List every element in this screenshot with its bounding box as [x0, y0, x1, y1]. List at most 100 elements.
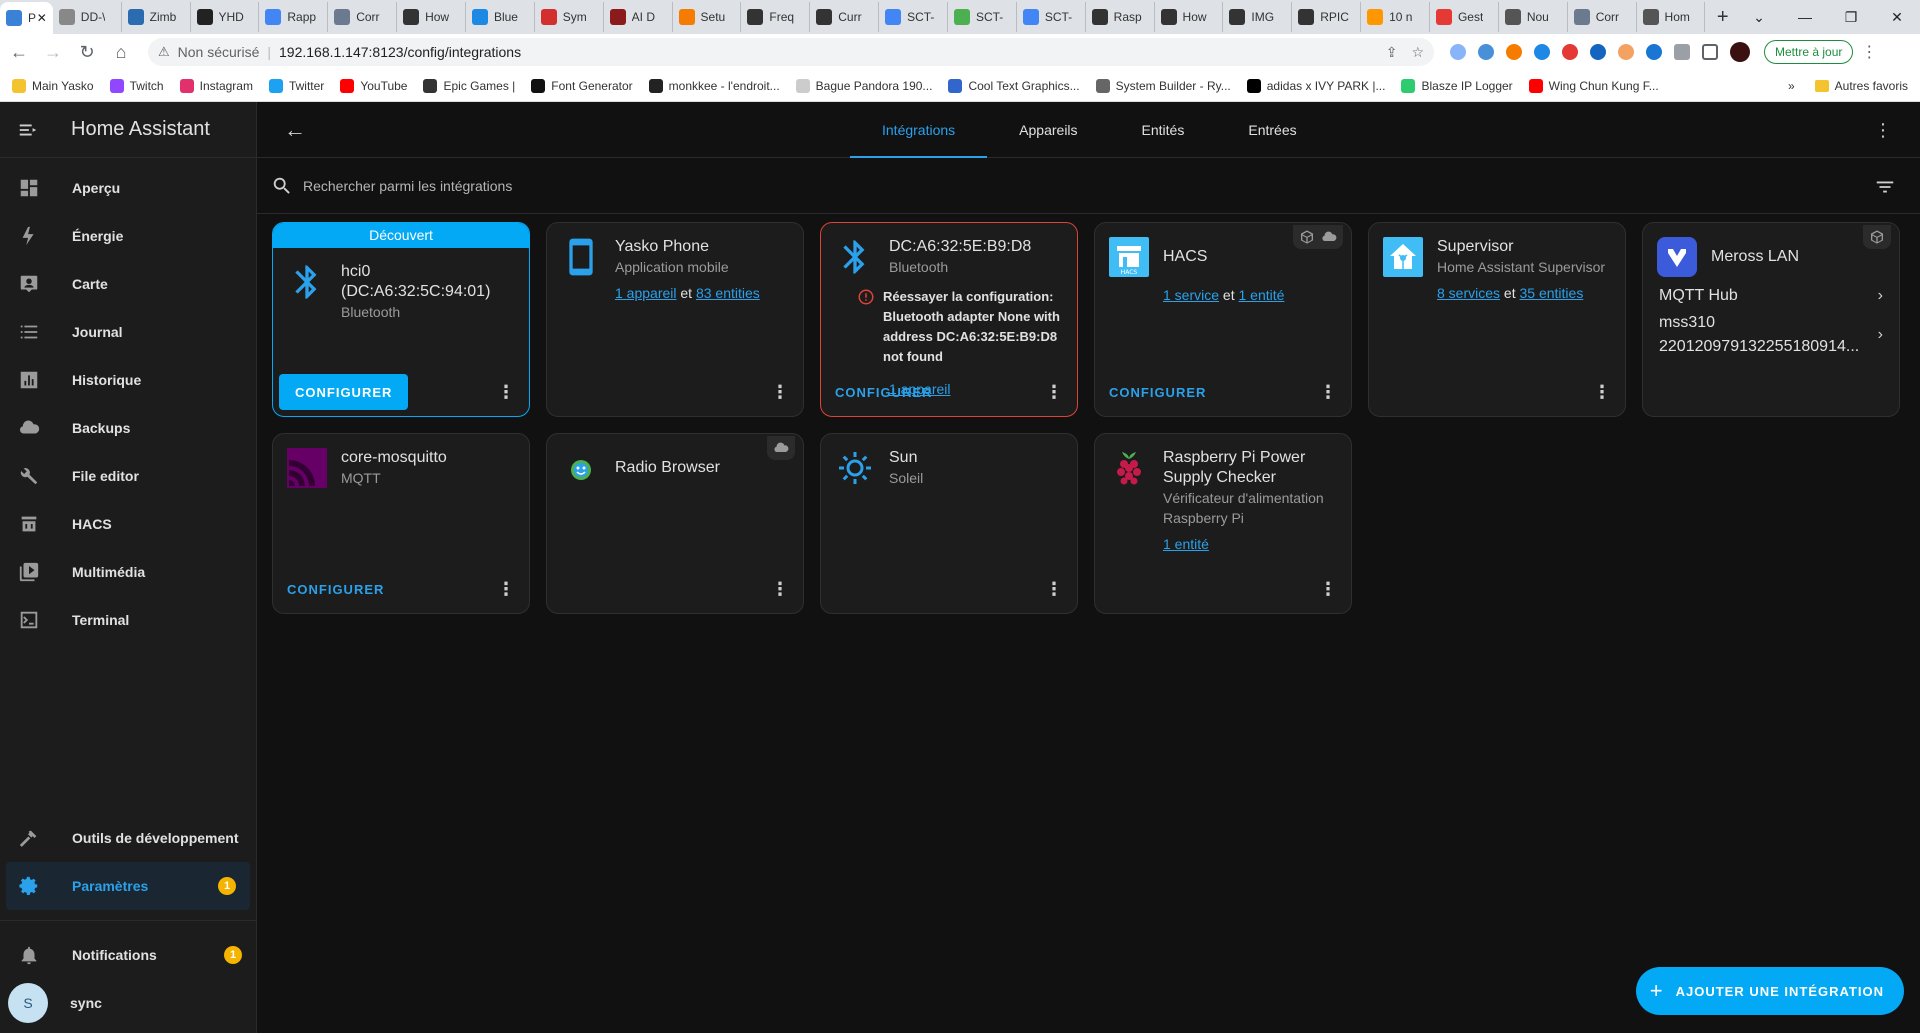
- integration-card-mobile-app[interactable]: Yasko Phone Application mobile 1 apparei…: [546, 222, 804, 417]
- sidebar-item-terminal[interactable]: Terminal: [0, 596, 256, 644]
- card-menu-icon[interactable]: ⋮: [1593, 382, 1611, 403]
- star-icon[interactable]: ☆: [1411, 44, 1424, 61]
- browser-tab[interactable]: Hom: [1637, 2, 1706, 32]
- reload-icon[interactable]: ↻: [72, 37, 102, 67]
- browser-tab[interactable]: P ✕: [0, 2, 53, 34]
- extension-icon[interactable]: [1646, 44, 1662, 60]
- sidebar-item-carte[interactable]: Carte: [0, 260, 256, 308]
- integration-card-meross-lan[interactable]: Meross LAN MQTT Hub › mss310 22012097913…: [1642, 222, 1900, 417]
- browser-tab[interactable]: Corr: [328, 2, 398, 32]
- browser-tab[interactable]: Sym: [535, 2, 604, 32]
- bookmark-item[interactable]: adidas x IVY PARK |...: [1246, 78, 1385, 93]
- sidebar-item-backups[interactable]: Backups: [0, 404, 256, 452]
- add-integration-button[interactable]: + AJOUTER UNE INTÉGRATION: [1635, 967, 1904, 1015]
- extension-icon[interactable]: [1506, 44, 1522, 60]
- other-bookmarks[interactable]: Autres favoris: [1835, 79, 1908, 93]
- bookmark-item[interactable]: monkkee - l'endroit...: [648, 78, 780, 93]
- tab-helpers[interactable]: Entrées: [1216, 102, 1328, 158]
- integration-card-radio-browser[interactable]: Radio Browser ⋮: [546, 433, 804, 614]
- entities-link[interactable]: 1 entité: [1163, 536, 1209, 552]
- entities-link[interactable]: 83 entities: [696, 285, 760, 301]
- integration-card-hci0[interactable]: Découvert hci0 (DC:A6:32:5C:94:01) Bluet…: [272, 222, 530, 417]
- extension-icon[interactable]: [1478, 44, 1494, 60]
- back-icon[interactable]: ←: [4, 37, 34, 67]
- extension-icon[interactable]: [1618, 44, 1634, 60]
- close-window-icon[interactable]: ✕: [1874, 9, 1920, 26]
- browser-tab[interactable]: Rasp: [1086, 2, 1155, 32]
- browser-tab[interactable]: Zimb: [122, 2, 191, 32]
- browser-tab[interactable]: RPIC: [1292, 2, 1362, 32]
- tab-integrations[interactable]: Intégrations: [850, 102, 988, 158]
- browser-tab[interactable]: SCT-: [879, 2, 948, 32]
- bookmark-item[interactable]: Wing Chun Kung F...: [1528, 78, 1659, 93]
- extension-icon[interactable]: [1450, 44, 1466, 60]
- profile-avatar[interactable]: [1730, 42, 1750, 62]
- card-menu-icon[interactable]: ⋮: [497, 579, 515, 600]
- card-menu-icon[interactable]: ⋮: [771, 382, 789, 403]
- sidebar-item-historique[interactable]: Historique: [0, 356, 256, 404]
- bookmark-item[interactable]: Twitch: [109, 78, 164, 93]
- bookmarks-more-icon[interactable]: »: [1788, 79, 1795, 93]
- address-bar[interactable]: ⚠ Non sécurisé | 192.168.1.147:8123/conf…: [148, 38, 1434, 66]
- device-item-mqtt-hub[interactable]: MQTT Hub ›: [1659, 287, 1883, 305]
- bookmark-item[interactable]: Cool Text Graphics...: [948, 78, 1080, 93]
- entities-link[interactable]: 1 entité: [1239, 287, 1285, 303]
- browser-tab[interactable]: SCT-: [1017, 2, 1086, 32]
- integration-card-supervisor[interactable]: Supervisor Home Assistant Supervisor 8 s…: [1368, 222, 1626, 417]
- tab-close-icon[interactable]: ✕: [37, 11, 47, 25]
- browser-tab[interactable]: How: [397, 2, 466, 32]
- card-menu-icon[interactable]: ⋮: [497, 382, 515, 403]
- bookmark-item[interactable]: Twitter: [268, 78, 324, 93]
- sidebar-item-notifications[interactable]: Notifications 1: [0, 931, 256, 979]
- integration-card-mqtt[interactable]: core-mosquitto MQTT CONFIGURER ⋮: [272, 433, 530, 614]
- browser-tab[interactable]: AI D: [604, 2, 673, 32]
- extension-icon[interactable]: [1534, 44, 1550, 60]
- sidebar-item-apercu[interactable]: Aperçu: [0, 164, 256, 212]
- browser-tab[interactable]: Rapp: [259, 2, 329, 32]
- bookmark-item[interactable]: Main Yasko: [12, 78, 94, 93]
- bookmark-item[interactable]: Font Generator: [531, 78, 633, 93]
- browser-tab[interactable]: SCT-: [948, 2, 1017, 32]
- browser-tab[interactable]: Curr: [810, 2, 880, 32]
- configure-button[interactable]: CONFIGURER: [287, 582, 384, 597]
- card-menu-icon[interactable]: ⋮: [771, 579, 789, 600]
- bookmark-item[interactable]: Epic Games |: [423, 78, 515, 93]
- bookmark-item[interactable]: Instagram: [179, 78, 253, 93]
- sidebar-item-settings[interactable]: Paramètres 1: [6, 862, 250, 910]
- card-menu-icon[interactable]: ⋮: [1319, 579, 1337, 600]
- browser-tab[interactable]: Setu: [673, 2, 742, 32]
- restore-icon[interactable]: ❐: [1828, 9, 1874, 26]
- browser-tab[interactable]: Freq: [741, 2, 811, 32]
- tab-search-icon[interactable]: ⌄: [1736, 9, 1782, 26]
- browser-tab[interactable]: YHD: [191, 2, 260, 32]
- sidebar-item-multimedia[interactable]: Multimédia: [0, 548, 256, 596]
- sidebar-item-user[interactable]: S sync: [0, 979, 256, 1027]
- sidebar-item-file-editor[interactable]: File editor: [0, 452, 256, 500]
- configure-button[interactable]: CONFIGURER: [835, 385, 932, 400]
- bookmark-item[interactable]: Bague Pandora 190...: [795, 78, 932, 93]
- services-link[interactable]: 1 service: [1163, 287, 1219, 303]
- services-link[interactable]: 8 services: [1437, 285, 1500, 301]
- browser-tab[interactable]: Blue: [466, 2, 535, 32]
- search-input[interactable]: [303, 177, 1803, 194]
- sidebar-item-dev-tools[interactable]: Outils de développement: [0, 814, 256, 862]
- tab-devices[interactable]: Appareils: [987, 102, 1109, 158]
- integration-card-bluetooth-error[interactable]: DC:A6:32:5E:B9:D8 Bluetooth Réessayer la…: [820, 222, 1078, 417]
- browser-tab[interactable]: Corr: [1568, 2, 1637, 32]
- entities-link[interactable]: 35 entities: [1520, 285, 1584, 301]
- tab-entities[interactable]: Entités: [1110, 102, 1217, 158]
- integration-card-sun[interactable]: Sun Soleil ⋮: [820, 433, 1078, 614]
- configure-button[interactable]: CONFIGURER: [1109, 385, 1206, 400]
- sidebar-item-energie[interactable]: Énergie: [0, 212, 256, 260]
- puzzle-icon[interactable]: [1674, 44, 1690, 60]
- extension-icon[interactable]: [1590, 44, 1606, 60]
- integration-card-rpi-power[interactable]: Raspberry Pi Power Supply Checker Vérifi…: [1094, 433, 1352, 614]
- integration-card-hacs[interactable]: HACS HACS 1 service et 1 entité CONFIGUR…: [1094, 222, 1352, 417]
- overflow-menu-icon[interactable]: ⋮: [1874, 120, 1892, 141]
- device-item-mss310[interactable]: mss310 220120979132255180914... ›: [1659, 311, 1883, 359]
- update-button[interactable]: Mettre à jour: [1764, 40, 1854, 64]
- bookmark-item[interactable]: Blasze IP Logger: [1401, 78, 1513, 93]
- card-menu-icon[interactable]: ⋮: [1045, 382, 1063, 403]
- sidebar-item-hacs[interactable]: HACS: [0, 500, 256, 548]
- menu-icon[interactable]: [0, 119, 56, 141]
